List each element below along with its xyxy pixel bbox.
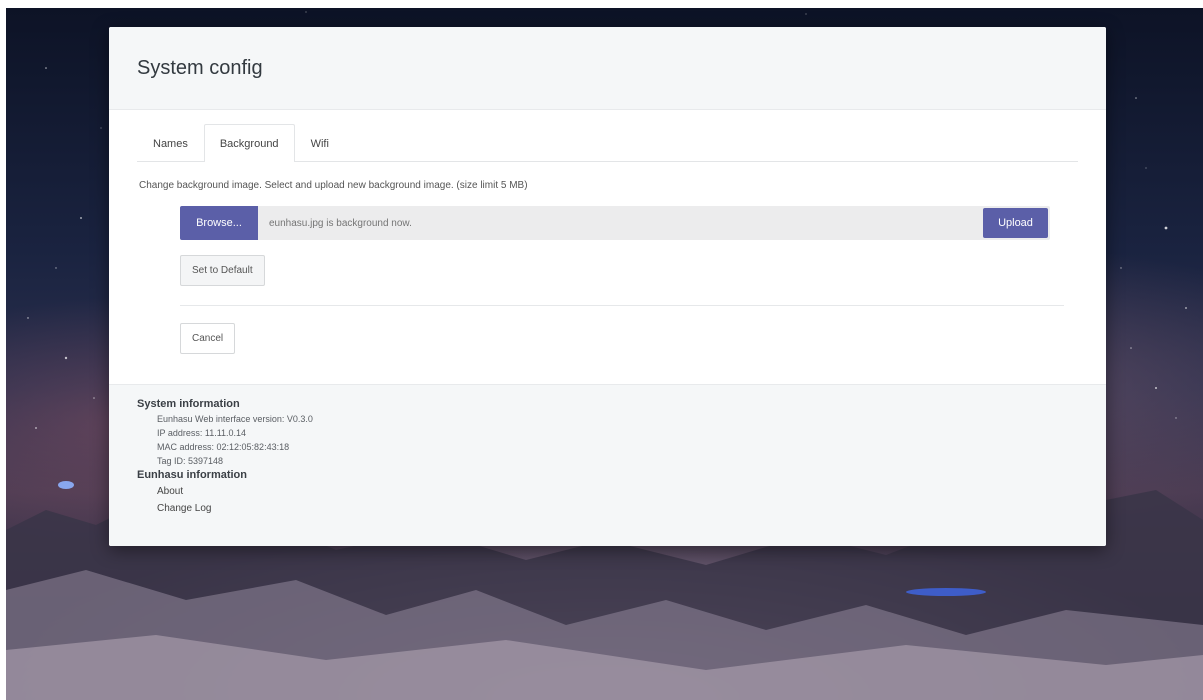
mac-address: MAC address: 02:12:05:82:43:18 [157, 442, 290, 452]
web-interface-version: Eunhasu Web interface version: V0.3.0 [157, 414, 313, 424]
tab-background[interactable]: Background [203, 124, 295, 162]
divider [180, 305, 1064, 306]
change-log-link[interactable]: Change Log [137, 500, 1106, 517]
background-help-text: Change background image. Select and uplo… [139, 180, 528, 191]
eunhasu-information-heading: Eunhasu information [137, 469, 247, 481]
tab-bar: Names Background Wifi [137, 124, 1078, 162]
modal-body: Names Background Wifi Change background … [109, 110, 1106, 384]
file-name-field[interactable] [258, 206, 981, 240]
system-information-heading: System information [137, 398, 240, 410]
tab-names[interactable]: Names [137, 124, 204, 162]
cancel-button[interactable]: Cancel [180, 323, 236, 354]
set-default-button[interactable]: Set to Default [180, 255, 265, 286]
browse-button[interactable]: Browse... [180, 206, 258, 240]
ip-address: IP address: 11.11.0.14 [157, 428, 247, 438]
about-link[interactable]: About [137, 483, 1106, 500]
modal-footer: System information Eunhasu Web interface… [109, 384, 1106, 546]
file-upload-group: Browse... Upload [180, 206, 1050, 240]
tab-wifi[interactable]: Wifi [295, 124, 345, 162]
system-config-modal: System config Names Background Wifi Chan… [109, 27, 1106, 546]
upload-button[interactable]: Upload [983, 208, 1048, 238]
modal-title: System config [137, 57, 263, 79]
tag-id: Tag ID: 5397148 [157, 456, 224, 466]
modal-header: System config [109, 27, 1106, 110]
